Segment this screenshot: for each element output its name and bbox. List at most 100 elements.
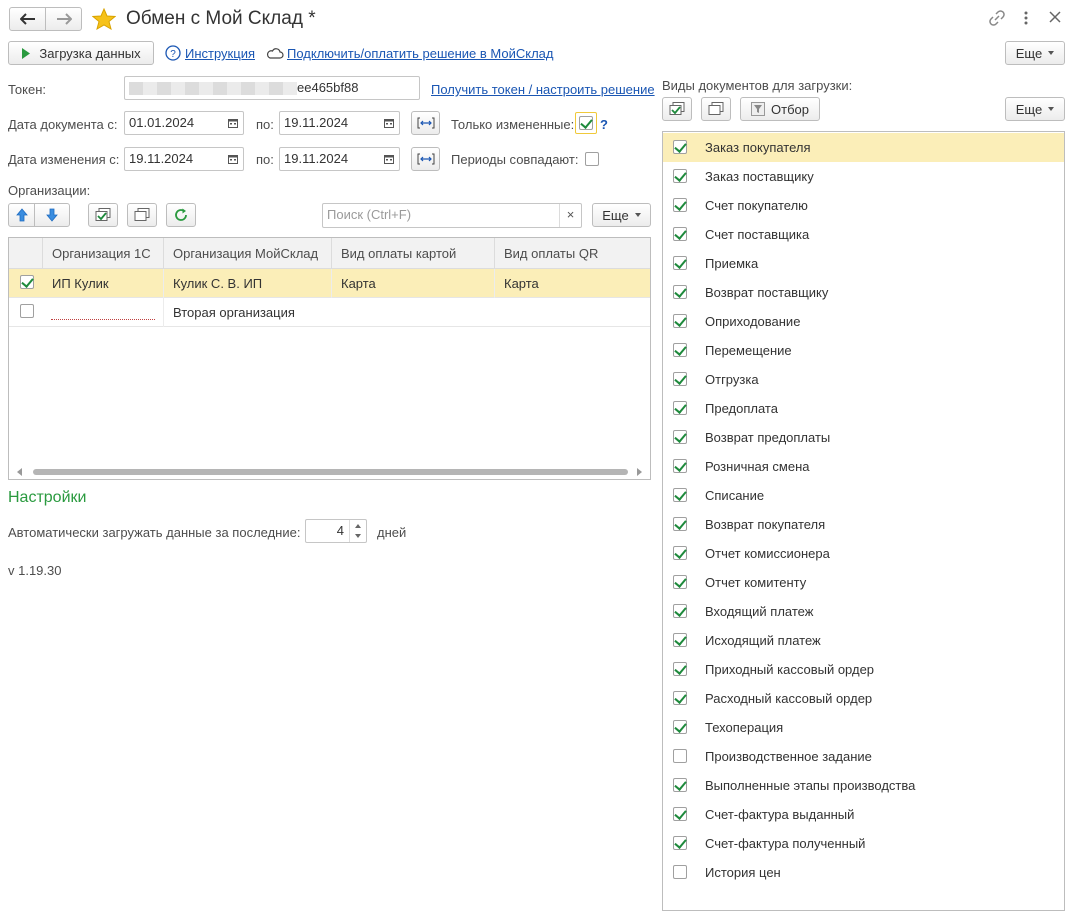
doc-type-checkbox[interactable] <box>673 662 687 676</box>
doc-type-checkbox[interactable] <box>673 691 687 705</box>
list-item[interactable]: Возврат предоплаты <box>663 423 1064 452</box>
change-date-from-input[interactable]: 19.11.2024 <box>124 147 244 171</box>
doc-type-checkbox[interactable] <box>673 140 687 154</box>
doc-type-checkbox[interactable] <box>673 285 687 299</box>
change-date-to-input[interactable]: 19.11.2024 <box>279 147 400 171</box>
doc-type-checkbox[interactable] <box>673 720 687 734</box>
select-change-period-button[interactable] <box>411 147 440 171</box>
auto-load-days-input[interactable]: 4 <box>305 519 367 543</box>
list-item[interactable]: История цен <box>663 858 1064 887</box>
list-item[interactable]: Техоперация <box>663 713 1064 742</box>
doc-type-checkbox[interactable] <box>673 430 687 444</box>
scrollbar-thumb[interactable] <box>33 469 628 475</box>
spin-buttons[interactable] <box>349 520 366 542</box>
doc-type-checkbox[interactable] <box>673 749 687 763</box>
scroll-left-icon[interactable] <box>17 468 23 476</box>
doc-type-checkbox[interactable] <box>673 836 687 850</box>
get-token-link[interactable]: Получить токен / настроить решение <box>431 82 655 97</box>
doc-type-checkbox[interactable] <box>673 227 687 241</box>
list-item[interactable]: Входящий платеж <box>663 597 1064 626</box>
list-item[interactable]: Приходный кассовый ордер <box>663 655 1064 684</box>
list-item[interactable]: Перемещение <box>663 336 1064 365</box>
list-item[interactable]: Счет покупателю <box>663 191 1064 220</box>
col-header-org1c[interactable]: Организация 1С <box>43 238 164 269</box>
list-item[interactable]: Розничная смена <box>663 452 1064 481</box>
load-data-button[interactable]: Загрузка данных <box>8 41 154 65</box>
move-down-button[interactable] <box>34 203 70 227</box>
favorite-star-icon[interactable] <box>92 8 116 30</box>
scroll-right-icon[interactable] <box>636 468 642 476</box>
doc-date-from-input[interactable]: 01.01.2024 <box>124 111 244 135</box>
spin-up-icon[interactable] <box>355 524 361 528</box>
more-button-top[interactable]: Еще <box>1005 41 1065 65</box>
doc-type-checkbox[interactable] <box>673 604 687 618</box>
calendar-button[interactable] <box>379 148 399 170</box>
token-input[interactable]: ee465bf88 <box>124 76 420 100</box>
docs-more-button[interactable]: Еще <box>1005 97 1065 121</box>
table-row[interactable]: ИП Кулик Кулик С. В. ИП Карта Карта <box>9 269 650 298</box>
list-item[interactable]: Производственное задание <box>663 742 1064 771</box>
col-header-card-payment[interactable]: Вид оплаты картой <box>332 238 495 269</box>
doc-type-checkbox[interactable] <box>673 198 687 212</box>
forward-button[interactable] <box>45 7 82 31</box>
calendar-button[interactable] <box>223 112 243 134</box>
docs-uncheck-all-button[interactable] <box>701 97 731 121</box>
only-changed-checkbox[interactable] <box>579 116 593 130</box>
doc-type-checkbox[interactable] <box>673 314 687 328</box>
horizontal-scrollbar[interactable] <box>9 465 650 479</box>
list-item[interactable]: Заказ покупателя <box>663 133 1064 162</box>
list-item[interactable]: Возврат поставщику <box>663 278 1064 307</box>
row-checkbox[interactable] <box>20 304 34 318</box>
list-item[interactable]: Исходящий платеж <box>663 626 1064 655</box>
doc-type-checkbox[interactable] <box>673 865 687 879</box>
uncheck-all-button[interactable] <box>127 203 157 227</box>
doc-type-checkbox[interactable] <box>673 633 687 647</box>
row-checkbox[interactable] <box>20 275 34 289</box>
doc-date-to-input[interactable]: 19.11.2024 <box>279 111 400 135</box>
doc-type-checkbox[interactable] <box>673 778 687 792</box>
list-item[interactable]: Отгрузка <box>663 365 1064 394</box>
spin-down-icon[interactable] <box>355 534 361 538</box>
doc-type-checkbox[interactable] <box>673 488 687 502</box>
calendar-button[interactable] <box>379 112 399 134</box>
list-item[interactable]: Приемка <box>663 249 1064 278</box>
table-row[interactable]: Вторая организация <box>9 298 650 327</box>
list-item[interactable]: Возврат покупателя <box>663 510 1064 539</box>
doc-type-checkbox[interactable] <box>673 372 687 386</box>
list-item[interactable]: Предоплата <box>663 394 1064 423</box>
search-input[interactable]: Поиск (Ctrl+F) × <box>322 203 582 228</box>
list-item[interactable]: Счет-фактура полученный <box>663 829 1064 858</box>
doc-type-checkbox[interactable] <box>673 807 687 821</box>
periods-match-checkbox[interactable] <box>585 152 599 166</box>
select-period-button[interactable] <box>411 111 440 135</box>
col-header-qr-payment[interactable]: Вид оплаты QR <box>495 238 650 269</box>
link-icon[interactable] <box>988 9 1006 27</box>
list-item[interactable]: Выполненные этапы производства <box>663 771 1064 800</box>
doc-type-checkbox[interactable] <box>673 256 687 270</box>
docs-check-all-button[interactable] <box>662 97 692 121</box>
doc-type-checkbox[interactable] <box>673 343 687 357</box>
orgs-more-button[interactable]: Еще <box>592 203 651 227</box>
doc-type-checkbox[interactable] <box>673 546 687 560</box>
check-all-button[interactable] <box>88 203 118 227</box>
only-changed-help[interactable]: ? <box>600 117 608 132</box>
doc-type-checkbox[interactable] <box>673 517 687 531</box>
list-item[interactable]: Отчет комитенту <box>663 568 1064 597</box>
list-item[interactable]: Счет поставщика <box>663 220 1064 249</box>
move-up-button[interactable] <box>8 203 35 227</box>
col-header-org-ms[interactable]: Организация МойСклад <box>164 238 332 269</box>
back-button[interactable] <box>9 7 46 31</box>
close-icon[interactable] <box>1049 11 1061 23</box>
list-item[interactable]: Отчет комиссионера <box>663 539 1064 568</box>
list-item[interactable]: Заказ поставщику <box>663 162 1064 191</box>
refresh-button[interactable] <box>166 203 196 227</box>
instruction-link[interactable]: Инструкция <box>185 46 255 61</box>
filter-button[interactable]: Отбор <box>740 97 820 121</box>
list-item[interactable]: Списание <box>663 481 1064 510</box>
doc-type-checkbox[interactable] <box>673 459 687 473</box>
clear-search-icon[interactable]: × <box>559 204 581 227</box>
more-vertical-icon[interactable] <box>1021 9 1031 27</box>
list-item[interactable]: Оприходование <box>663 307 1064 336</box>
doc-type-checkbox[interactable] <box>673 401 687 415</box>
calendar-button[interactable] <box>223 148 243 170</box>
